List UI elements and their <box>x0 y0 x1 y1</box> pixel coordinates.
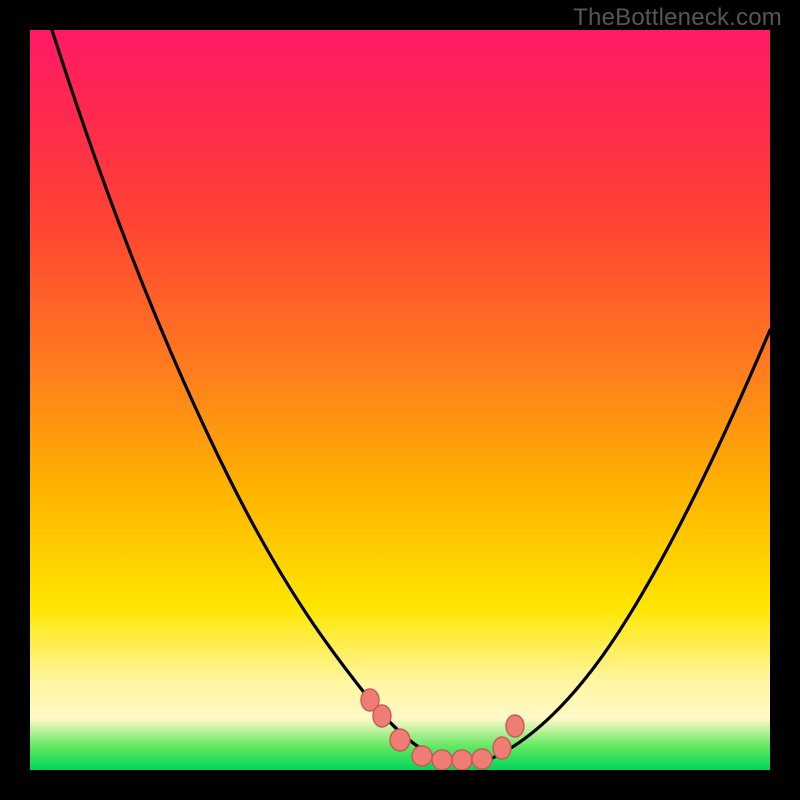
watermark-text: TheBottleneck.com <box>573 4 782 32</box>
chart-frame: TheBottleneck.com <box>0 0 800 800</box>
left-curve <box>52 30 440 760</box>
plot-area <box>30 30 770 770</box>
chart-svg <box>30 30 770 770</box>
right-curve <box>488 330 770 760</box>
valley-markers <box>361 689 524 770</box>
